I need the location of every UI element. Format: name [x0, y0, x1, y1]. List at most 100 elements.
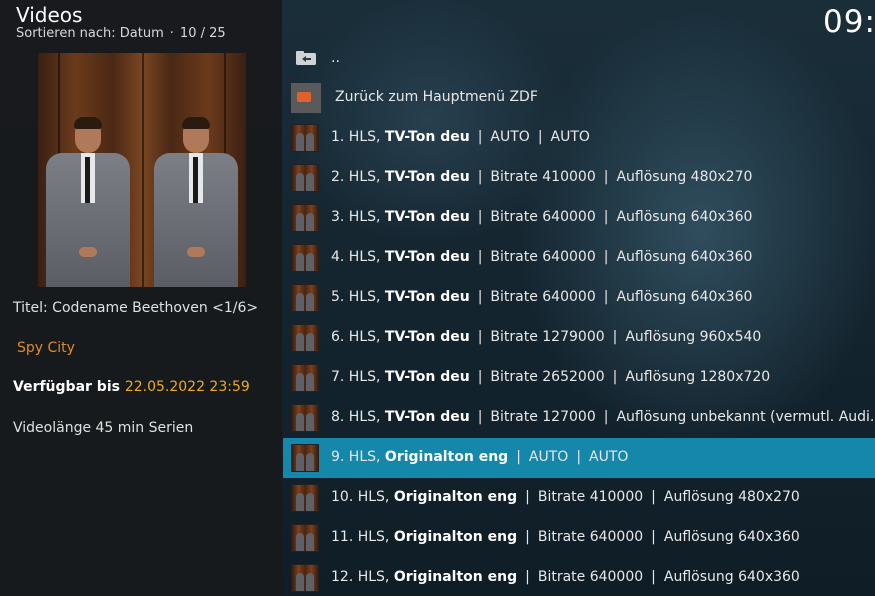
stream-thumbnail — [291, 524, 319, 552]
bitrate: Bitrate 640000 — [537, 569, 644, 585]
stream-label: 4. HLS, TV-Ton deu | Bitrate 640000 | Auflös… — [331, 249, 753, 265]
stream-thumbnail — [291, 564, 319, 592]
stream-prefix: 4. HLS, — [331, 249, 385, 265]
stream-prefix: 5. HLS, — [331, 289, 385, 305]
list-item[interactable]: 2. HLS, TV-Ton deu | Bitrate 410000 | Auflös… — [283, 158, 875, 198]
stream-prefix: 10. HLS, — [331, 489, 394, 505]
list-item[interactable]: 11. HLS, Originalton eng | Bitrate 640000 |… — [283, 518, 875, 558]
list-item[interactable]: 7. HLS, TV-Ton deu | Bitrate 2652000 | Auflö… — [283, 358, 875, 398]
stream-prefix: 6. HLS, — [331, 329, 385, 345]
sort-label[interactable]: Sortieren nach: Datum — [16, 26, 164, 41]
video-length: Videolänge 45 min Serien — [13, 420, 194, 436]
audio-track: TV-Ton deu — [384, 409, 470, 425]
list-item[interactable]: 12. HLS, Originalton eng | Bitrate 640000 |… — [283, 558, 875, 596]
bitrate: Bitrate 410000 — [537, 489, 644, 505]
audio-track: TV-Ton deu — [384, 169, 470, 185]
list-item[interactable]: 1. HLS, TV-Ton deu | AUTO | AUTO — [283, 118, 875, 158]
stream-thumbnail — [291, 484, 319, 512]
audio-track: Originalton eng — [384, 449, 509, 465]
stream-label: 12. HLS, Originalton eng | Bitrate 640000 |… — [331, 569, 800, 585]
availability: Verfügbar bis 22.05.2022 23:59 — [13, 379, 250, 395]
zdf-logo-icon — [291, 83, 321, 113]
stream-thumbnail — [291, 404, 319, 432]
list-item[interactable]: 5. HLS, TV-Ton deu | Bitrate 640000 | Auflös… — [283, 278, 875, 318]
stream-prefix: 8. HLS, — [331, 409, 385, 425]
stream-label: 11. HLS, Originalton eng | Bitrate 640000 |… — [331, 529, 800, 545]
audio-track: Originalton eng — [393, 529, 518, 545]
resolution: Auflösung 640x360 — [616, 289, 753, 305]
audio-track: TV-Ton deu — [384, 329, 470, 345]
bitrate: AUTO — [528, 449, 569, 465]
stream-prefix: 1. HLS, — [331, 129, 385, 145]
back-folder-icon — [296, 51, 316, 65]
series-name: Spy City — [17, 340, 75, 356]
stream-label: 10. HLS, Originalton eng | Bitrate 410000 |… — [331, 489, 800, 505]
stream-thumbnail — [291, 364, 319, 392]
stream-label: 5. HLS, TV-Ton deu | Bitrate 640000 | Auflös… — [331, 289, 753, 305]
resolution: Auflösung 480x270 — [616, 169, 753, 185]
audio-track: TV-Ton deu — [384, 209, 470, 225]
audio-track: TV-Ton deu — [384, 289, 470, 305]
list-item[interactable]: 3. HLS, TV-Ton deu | Bitrate 640000 | Auflös… — [283, 198, 875, 238]
bitrate: Bitrate 640000 — [490, 249, 596, 265]
stream-list: .. Zurück zum Hauptmenü ZDF 1. HLS, TV-T… — [283, 38, 875, 596]
stream-thumbnail — [291, 284, 319, 312]
stream-thumbnail — [291, 204, 319, 232]
stream-label: 8. HLS, TV-Ton deu | Bitrate 127000 | Auflös… — [331, 409, 875, 425]
audio-track: TV-Ton deu — [384, 129, 470, 145]
stream-prefix: 9. HLS, — [331, 449, 385, 465]
bitrate: Bitrate 1279000 — [490, 329, 605, 345]
list-item[interactable]: 10. HLS, Originalton eng | Bitrate 410000 |… — [283, 478, 875, 518]
list-item-back-main[interactable]: Zurück zum Hauptmenü ZDF — [283, 78, 875, 118]
resolution: Auflösung 1280x720 — [625, 369, 771, 385]
stream-thumbnail — [291, 324, 319, 352]
stream-thumbnail — [291, 124, 319, 152]
list-item[interactable]: 4. HLS, TV-Ton deu | Bitrate 640000 | Auflös… — [283, 238, 875, 278]
stream-prefix: 12. HLS, — [331, 569, 394, 585]
bitrate: Bitrate 2652000 — [490, 369, 605, 385]
stream-prefix: 7. HLS, — [331, 369, 385, 385]
clock: 09:1 — [823, 4, 875, 40]
stream-prefix: 11. HLS, — [331, 529, 394, 545]
stream-label: 1. HLS, TV-Ton deu | AUTO | AUTO — [331, 129, 590, 145]
bitrate: Bitrate 410000 — [490, 169, 596, 185]
episode-title: Titel: Codename Beethoven <1/6> — [13, 300, 259, 316]
audio-track: Originalton eng — [393, 569, 518, 585]
poster-image — [38, 53, 246, 287]
availability-label: Verfügbar bis — [13, 379, 120, 395]
bitrate: Bitrate 640000 — [537, 529, 644, 545]
resolution: Auflösung 480x270 — [663, 489, 800, 505]
parent-label: .. — [331, 50, 340, 66]
resolution: Auflösung 640x360 — [616, 249, 753, 265]
list-item-parent[interactable]: .. — [283, 38, 875, 78]
bitrate: Bitrate 127000 — [490, 409, 596, 425]
stream-label: 9. HLS, Originalton eng | AUTO | AUTO — [331, 449, 629, 465]
resolution: Auflösung unbekannt (vermutl. Audi... — [616, 409, 875, 425]
stream-thumbnail — [291, 444, 319, 472]
bitrate: AUTO — [490, 129, 530, 145]
list-item[interactable]: 6. HLS, TV-Ton deu | Bitrate 1279000 | Auflö… — [283, 318, 875, 358]
audio-track: Originalton eng — [393, 489, 518, 505]
list-item[interactable]: 9. HLS, Originalton eng | AUTO | AUTO — [283, 438, 875, 478]
info-panel: Videos Sortieren nach: Datum · 10 / 25 Tit… — [0, 0, 282, 596]
stream-label: 2. HLS, TV-Ton deu | Bitrate 410000 | Auflös… — [331, 169, 753, 185]
audio-track: TV-Ton deu — [384, 249, 470, 265]
sort-info: Sortieren nach: Datum · 10 / 25 — [16, 26, 226, 41]
stream-thumbnail — [291, 164, 319, 192]
item-position: 10 / 25 — [179, 26, 226, 41]
stream-thumbnail — [291, 244, 319, 272]
resolution: Auflösung 640x360 — [663, 529, 800, 545]
list-item[interactable]: 8. HLS, TV-Ton deu | Bitrate 127000 | Auflös… — [283, 398, 875, 438]
bitrate: Bitrate 640000 — [490, 209, 596, 225]
resolution: AUTO — [550, 129, 590, 145]
resolution: Auflösung 640x360 — [663, 569, 800, 585]
stream-prefix: 3. HLS, — [331, 209, 385, 225]
resolution: AUTO — [589, 449, 629, 465]
audio-track: TV-Ton deu — [384, 369, 470, 385]
stream-label: 6. HLS, TV-Ton deu | Bitrate 1279000 | Auflö… — [331, 329, 762, 345]
bitrate: Bitrate 640000 — [490, 289, 596, 305]
window-title: Videos — [16, 3, 83, 27]
stream-label: 3. HLS, TV-Ton deu | Bitrate 640000 | Auflös… — [331, 209, 753, 225]
availability-date: 22.05.2022 23:59 — [124, 379, 250, 395]
resolution: Auflösung 640x360 — [616, 209, 753, 225]
